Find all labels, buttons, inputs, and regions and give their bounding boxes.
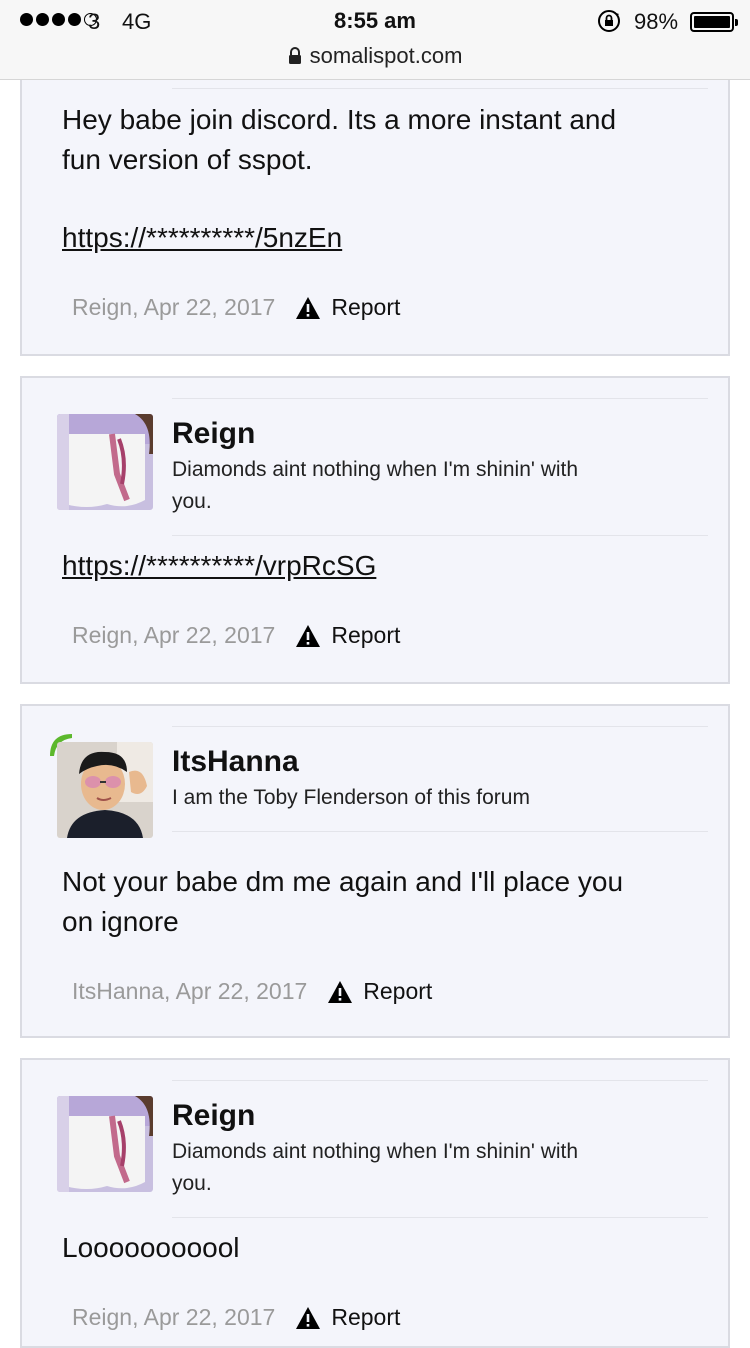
warning-icon	[328, 980, 353, 1003]
username-link[interactable]: Reign	[172, 416, 708, 452]
user-info: Reign Diamonds aint nothing when I'm shi…	[172, 416, 708, 518]
battery-percent: 98%	[634, 9, 679, 34]
user-title-line: I am the Toby Flenderson of this forum	[172, 786, 530, 809]
message-line: on ignore	[62, 906, 179, 937]
report-label: Report	[331, 1304, 401, 1330]
divider	[172, 726, 708, 727]
avatar[interactable]	[57, 414, 153, 510]
divider	[172, 1217, 708, 1218]
avatar[interactable]	[57, 742, 153, 838]
battery-icon	[690, 12, 738, 32]
author-date-link[interactable]: Reign, Apr 22, 2017	[72, 294, 275, 321]
username-link[interactable]: Reign	[172, 1098, 708, 1134]
user-info: Reign Diamonds aint nothing when I'm shi…	[172, 1098, 708, 1200]
post-meta: ItsHanna, Apr 22, 2017 Report	[72, 978, 432, 1005]
post-2: Reign Diamonds aint nothing when I'm shi…	[20, 376, 730, 684]
username-link[interactable]: ItsHanna	[172, 744, 708, 780]
post-meta: Reign, Apr 22, 2017 Report	[72, 622, 400, 649]
user-title: Diamonds aint nothing when I'm shinin' w…	[172, 1136, 708, 1200]
top-bar: 3 4G 8:55 am 98% somalispot.com	[0, 0, 750, 80]
divider	[172, 831, 708, 832]
post-3: ItsHanna I am the Toby Flenderson of thi…	[20, 704, 730, 1038]
author-date-link[interactable]: ItsHanna, Apr 22, 2017	[72, 978, 307, 1005]
user-title: Diamonds aint nothing when I'm shinin' w…	[172, 454, 708, 518]
user-title-line: you.	[172, 1172, 212, 1195]
message-line: Hey babe join discord. Its a more instan…	[62, 104, 617, 135]
user-title-line: Diamonds aint nothing when I'm shinin' w…	[172, 1140, 579, 1163]
author-date-link[interactable]: Reign, Apr 22, 2017	[72, 622, 275, 649]
user-info: ItsHanna I am the Toby Flenderson of thi…	[172, 744, 708, 814]
message-line: Looooooooool	[62, 1232, 240, 1263]
avatar-image	[57, 414, 153, 510]
avatar-image	[57, 742, 153, 838]
report-button[interactable]: Report	[295, 1304, 400, 1331]
user-title: I am the Toby Flenderson of this forum	[172, 782, 708, 814]
divider	[172, 398, 708, 399]
avatar-image	[57, 1096, 153, 1192]
report-button[interactable]: Report	[295, 622, 400, 649]
post-link[interactable]: https://**********/vrpRcSG	[62, 550, 376, 582]
rotation-lock-icon	[598, 10, 620, 32]
author-date-link[interactable]: Reign, Apr 22, 2017	[72, 1304, 275, 1331]
divider	[172, 1080, 708, 1081]
status-bar: 3 4G 8:55 am 98%	[0, 0, 750, 40]
report-label: Report	[363, 978, 433, 1004]
url-bar[interactable]: somalispot.com	[0, 40, 750, 72]
report-button[interactable]: Report	[327, 978, 432, 1005]
divider	[172, 88, 708, 89]
post-message: Looooooooool	[62, 1228, 688, 1268]
report-label: Report	[331, 622, 401, 648]
post-message: Not your babe dm me again and I'll place…	[62, 862, 688, 942]
message-line: Not your babe dm me again and I'll place…	[62, 866, 624, 897]
lock-icon	[288, 47, 301, 64]
message-line: fun version of sspot.	[62, 144, 313, 175]
warning-icon	[296, 624, 321, 647]
report-label: Report	[331, 294, 401, 320]
warning-icon	[296, 1306, 321, 1329]
report-button[interactable]: Report	[295, 294, 400, 321]
user-title-line: you.	[172, 490, 212, 513]
post-meta: Reign, Apr 22, 2017 Report	[72, 294, 400, 321]
divider	[172, 535, 708, 536]
avatar[interactable]	[57, 1096, 153, 1192]
warning-icon	[296, 296, 321, 319]
post-1: Hey babe join discord. Its a more instan…	[20, 40, 730, 356]
url-text[interactable]: somalispot.com	[310, 43, 463, 69]
post-link[interactable]: https://**********/5nzEn	[62, 222, 342, 254]
post-4: Reign Diamonds aint nothing when I'm shi…	[20, 1058, 730, 1348]
post-meta: Reign, Apr 22, 2017 Report	[72, 1304, 400, 1331]
user-title-line: Diamonds aint nothing when I'm shinin' w…	[172, 458, 579, 481]
post-message: Hey babe join discord. Its a more instan…	[62, 100, 688, 180]
